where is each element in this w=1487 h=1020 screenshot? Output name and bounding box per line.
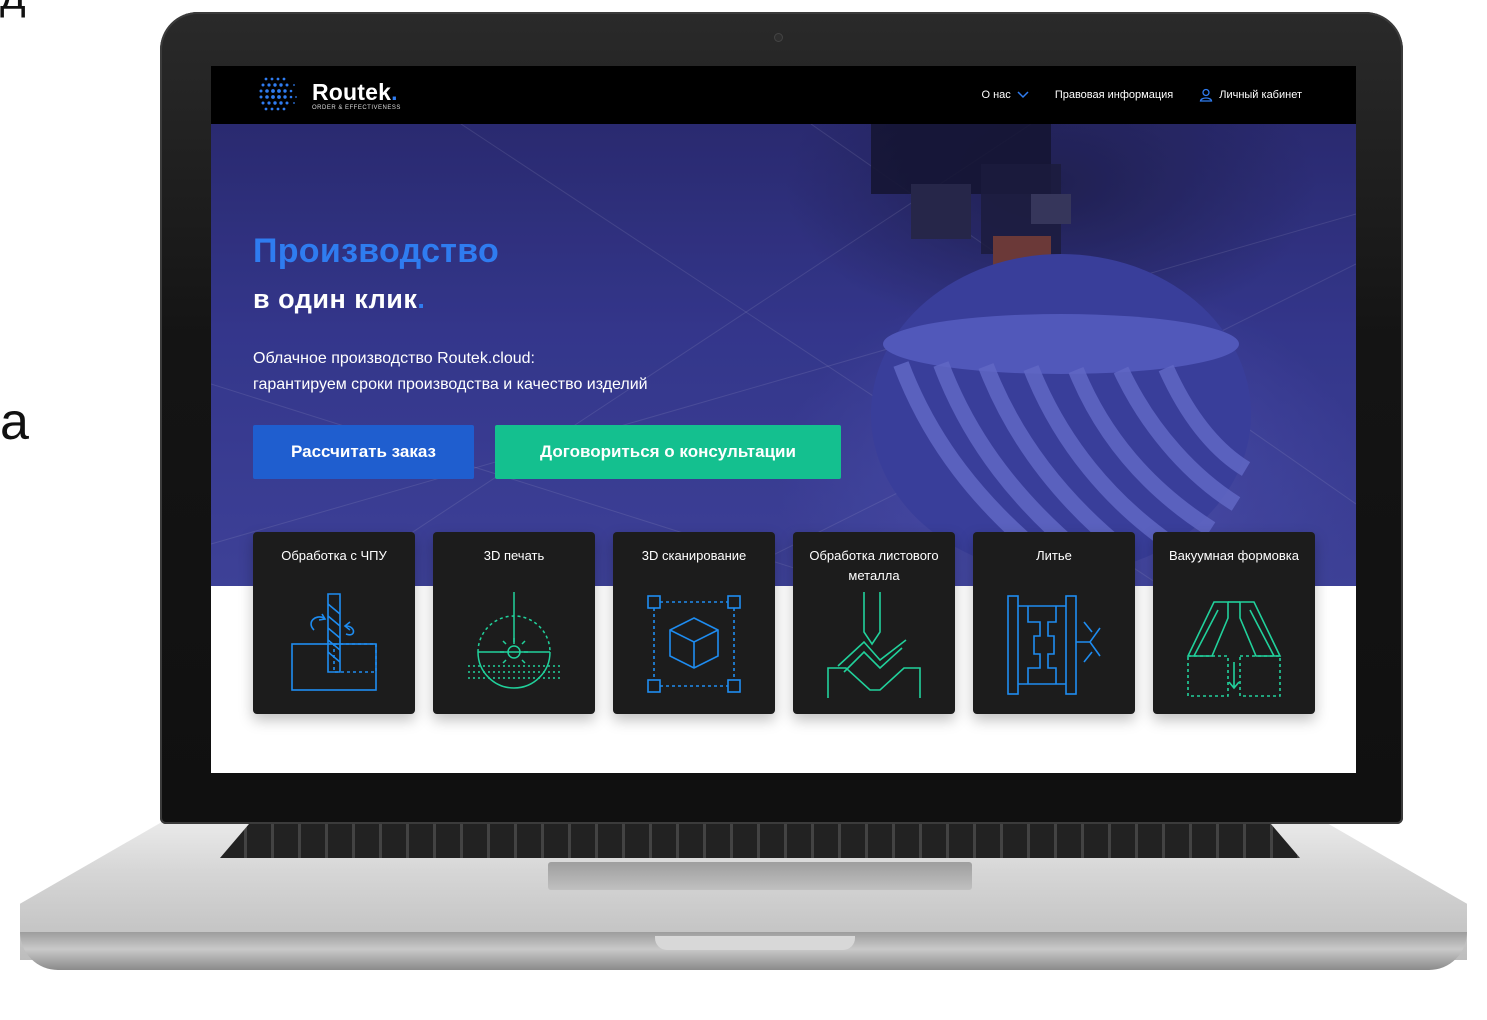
nav-about-label: О нас: [981, 89, 1011, 101]
logo-tagline: ORDER & EFFECTIVENESS: [312, 104, 401, 111]
service-card-vacuum-forming[interactable]: Вакуумная формовка: [1153, 532, 1315, 714]
3d-scan-icon: [647, 595, 741, 693]
calculate-order-button[interactable]: Рассчитать заказ: [253, 425, 474, 479]
vacuum-forming-icon: [1186, 601, 1282, 697]
logo[interactable]: Routek. ORDER & EFFECTIVENESS: [256, 73, 401, 117]
nav-legal[interactable]: Правовая информация: [1055, 89, 1173, 101]
cnc-drill-icon: [291, 593, 377, 691]
nav-account[interactable]: Личный кабинет: [1199, 88, 1302, 102]
edge-fragment-middle: а: [0, 393, 29, 451]
nav-account-label: Личный кабинет: [1219, 89, 1302, 101]
logo-dot: .: [391, 78, 398, 105]
hero-subtitle-line2: гарантируем сроки производства и качеств…: [253, 376, 648, 393]
hero-subtitle: Облачное производство Routek.cloud: гара…: [253, 346, 648, 398]
nav-links: О нас Правовая информация Личный кабинет: [982, 88, 1302, 102]
hero-title-line1: Производство: [253, 232, 500, 270]
hero-subtitle-line1: Облачное производство Routek.cloud:: [253, 350, 535, 367]
service-card-title: Литье: [1036, 548, 1072, 563]
chevron-down-icon: [1017, 91, 1029, 99]
service-card-sheet-metal[interactable]: Обработка листового металла: [793, 532, 955, 714]
nav-about[interactable]: О нас: [982, 89, 1029, 101]
service-card-3d-print[interactable]: 3D печать: [433, 532, 595, 714]
logo-name: Routek: [312, 78, 392, 105]
services-cards: Обработка с ЧПУ 3D печать 3D сканировани…: [253, 532, 1315, 714]
nav-legal-label: Правовая информация: [1054, 89, 1174, 101]
edge-fragment-top: д: [0, 0, 26, 20]
service-card-title: Обработка с ЧПУ: [281, 548, 387, 563]
service-card-title: Обработка листового металла: [809, 548, 939, 583]
service-card-title: Вакуумная формовка: [1168, 548, 1300, 563]
laptop-screen: Routek. ORDER & EFFECTIVENESS О нас Прав…: [211, 66, 1356, 773]
service-card-title: 3D сканирование: [641, 548, 747, 563]
sheet-metal-bend-icon: [827, 592, 921, 698]
hero-title-line2-text: в один клик: [253, 284, 418, 314]
service-card-casting[interactable]: Литье: [973, 532, 1135, 714]
user-icon: [1199, 88, 1213, 102]
book-consultation-button[interactable]: Договориться о консультации: [495, 425, 841, 479]
casting-mold-icon: [1007, 595, 1101, 695]
laptop-keyboard: [220, 820, 1300, 858]
laptop-trackpad: [548, 862, 972, 890]
hero-title-line2: в один клик.: [253, 284, 425, 315]
webcam: [775, 34, 782, 41]
logo-dots-icon: [259, 77, 297, 111]
service-card-cnc[interactable]: Обработка с ЧПУ: [253, 532, 415, 714]
laptop-notch: [655, 936, 855, 950]
3d-print-icon: [468, 592, 560, 689]
top-navbar: Routek. ORDER & EFFECTIVENESS О нас Прав…: [211, 66, 1356, 124]
hero-title-dot: .: [417, 284, 426, 314]
service-card-3d-scan[interactable]: 3D сканирование: [613, 532, 775, 714]
hero-section: Производство в один клик. Облачное произ…: [211, 124, 1356, 586]
service-card-title: 3D печать: [483, 548, 545, 563]
